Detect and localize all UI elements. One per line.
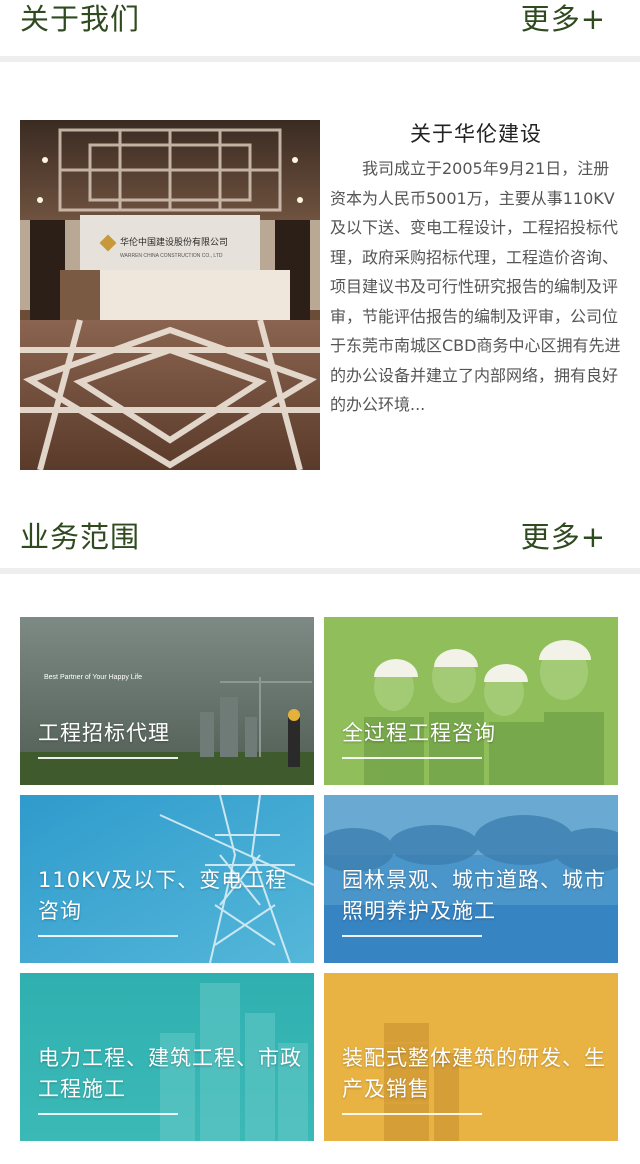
about-section-header: 关于我们 更多+ [0, 0, 640, 62]
about-text-block: 关于华伦建设 我司成立于2005年9月21日，注册资本为人民币5001万，主要从… [330, 118, 622, 420]
service-tile-power-construction[interactable]: 电力工程、建筑工程、市政工程施工 [20, 973, 314, 1141]
tile-underline [38, 935, 178, 937]
tile-label: 全过程工程咨询 [342, 721, 496, 745]
about-body: 我司成立于2005年9月21日，注册资本为人民币5001万，主要从事110KV … [330, 159, 621, 414]
service-tile-prefab-building[interactable]: 装配式整体建筑的研发、生产及销售 [324, 973, 618, 1141]
tile-underline [38, 1113, 178, 1115]
tile-label: 110KV及以下、变电工程咨询 [38, 868, 288, 923]
about-more-link[interactable]: 更多+ [521, 0, 606, 38]
tile-label: 装配式整体建筑的研发、生产及销售 [342, 1046, 606, 1101]
tile1-overlay-text: Best Partner of Your Happy Life [44, 674, 142, 681]
services-more-link[interactable]: 更多+ [521, 514, 606, 556]
services-heading: 业务范围 [20, 520, 141, 554]
service-tile-substation[interactable]: 110KV及以下、变电工程咨询 [20, 795, 314, 963]
about-heading: 关于我们 [20, 2, 141, 36]
sign-cn-text: 华伦中国建设股份有限公司 [120, 236, 228, 247]
tile-bg-engineers [324, 617, 618, 785]
services-section-header: 业务范围 更多+ [0, 512, 640, 574]
tile-underline [38, 757, 178, 759]
tile-bg-construction: Best Partner of Your Happy Life [20, 617, 314, 785]
service-tile-landscape[interactable]: 园林景观、城市道路、城市照明养护及施工 [324, 795, 618, 963]
tile-label: 工程招标代理 [38, 721, 170, 745]
tile-underline [342, 935, 482, 937]
lobby-photo: 华伦中国建设股份有限公司 WARREN CHINA CONSTRUCTION C… [20, 120, 320, 470]
service-tile-consulting[interactable]: 全过程工程咨询 [324, 617, 618, 785]
tile-label: 园林景观、城市道路、城市照明养护及施工 [342, 868, 606, 923]
sign-en-text: WARREN CHINA CONSTRUCTION CO., LTD [120, 253, 223, 259]
tile-underline [342, 757, 482, 759]
tile-underline [342, 1113, 482, 1115]
service-tile-bidding-agency[interactable]: Best Partner of Your Happy Life 工程招标代理 [20, 617, 314, 785]
about-title: 关于华伦建设 [410, 122, 542, 146]
tile-label: 电力工程、建筑工程、市政工程施工 [38, 1046, 302, 1101]
